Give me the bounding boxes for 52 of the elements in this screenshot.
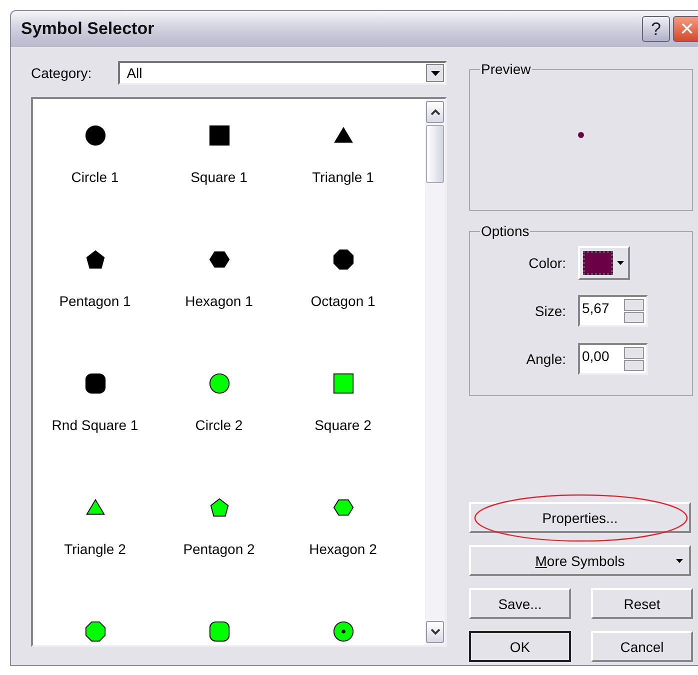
group-title: Options [480,223,530,239]
dotted-circle-symbol-icon[interactable] [332,620,354,643]
scroll-up-button[interactable] [426,101,444,123]
symbol-label: Rnd Square 1 [52,417,138,433]
color-picker-button[interactable] [578,246,630,280]
symbol-label: Hexagon 1 [185,293,253,309]
vertical-scrollbar[interactable] [425,99,445,645]
circle-symbol-icon[interactable] [208,372,230,395]
octagon-symbol-icon[interactable] [84,620,106,643]
pentagon-symbol-icon[interactable] [84,248,106,271]
symbol-label: Circle 2 [195,417,243,433]
save-button[interactable]: Save... [469,588,571,619]
category-label: Category: [31,65,92,81]
dropdown-arrow-icon [430,70,440,76]
symbol-label: Octagon 1 [310,293,376,309]
symbol-label: Hexagon 2 [309,541,377,557]
more-symbols-button[interactable]: More Symbols [469,545,691,576]
symbol-label: Square 2 [314,417,372,433]
window-title: Symbol Selector [21,19,154,39]
angle-spinner[interactable]: 0,00 [578,343,648,375]
rnd-square-symbol-icon[interactable] [208,620,230,643]
square-symbol-icon[interactable] [208,124,230,147]
size-spinner[interactable]: 5,67 [578,295,648,327]
scroll-down-button[interactable] [426,621,444,643]
symbol-label: Triangle 1 [312,169,374,185]
angle-label: Angle: [525,351,567,367]
group-title: Preview [480,61,532,77]
symbol-label: Pentagon 2 [183,541,255,557]
chevron-down-icon [430,629,440,635]
color-label: Color: [528,255,567,271]
dropdown-arrow-icon [676,558,683,562]
chevron-up-icon [430,109,440,115]
symbol-label: Pentagon 1 [59,293,131,309]
scroll-thumb[interactable] [426,125,444,183]
category-dropdown[interactable]: All [118,61,447,85]
rnd-square-symbol-icon[interactable] [84,372,106,395]
reset-button[interactable]: Reset [591,588,693,619]
spin-down-button[interactable] [624,360,644,371]
square-symbol-icon[interactable] [332,372,354,395]
symbol-label: Circle 1 [71,169,119,185]
circle-symbol-icon[interactable] [84,124,106,147]
help-button[interactable]: ? [642,16,670,42]
size-label: Size: [534,303,567,319]
spin-down-button[interactable] [624,312,644,323]
pentagon-symbol-icon[interactable] [208,496,230,519]
cancel-button[interactable]: Cancel [591,631,693,662]
symbol-label: Square 1 [190,169,248,185]
dropdown-arrow-icon [617,261,624,265]
ok-button[interactable]: OK [469,631,571,662]
properties-button[interactable]: Properties... [469,502,691,533]
octagon-symbol-icon[interactable] [332,248,354,271]
symbol-label: Triangle 2 [64,541,126,557]
